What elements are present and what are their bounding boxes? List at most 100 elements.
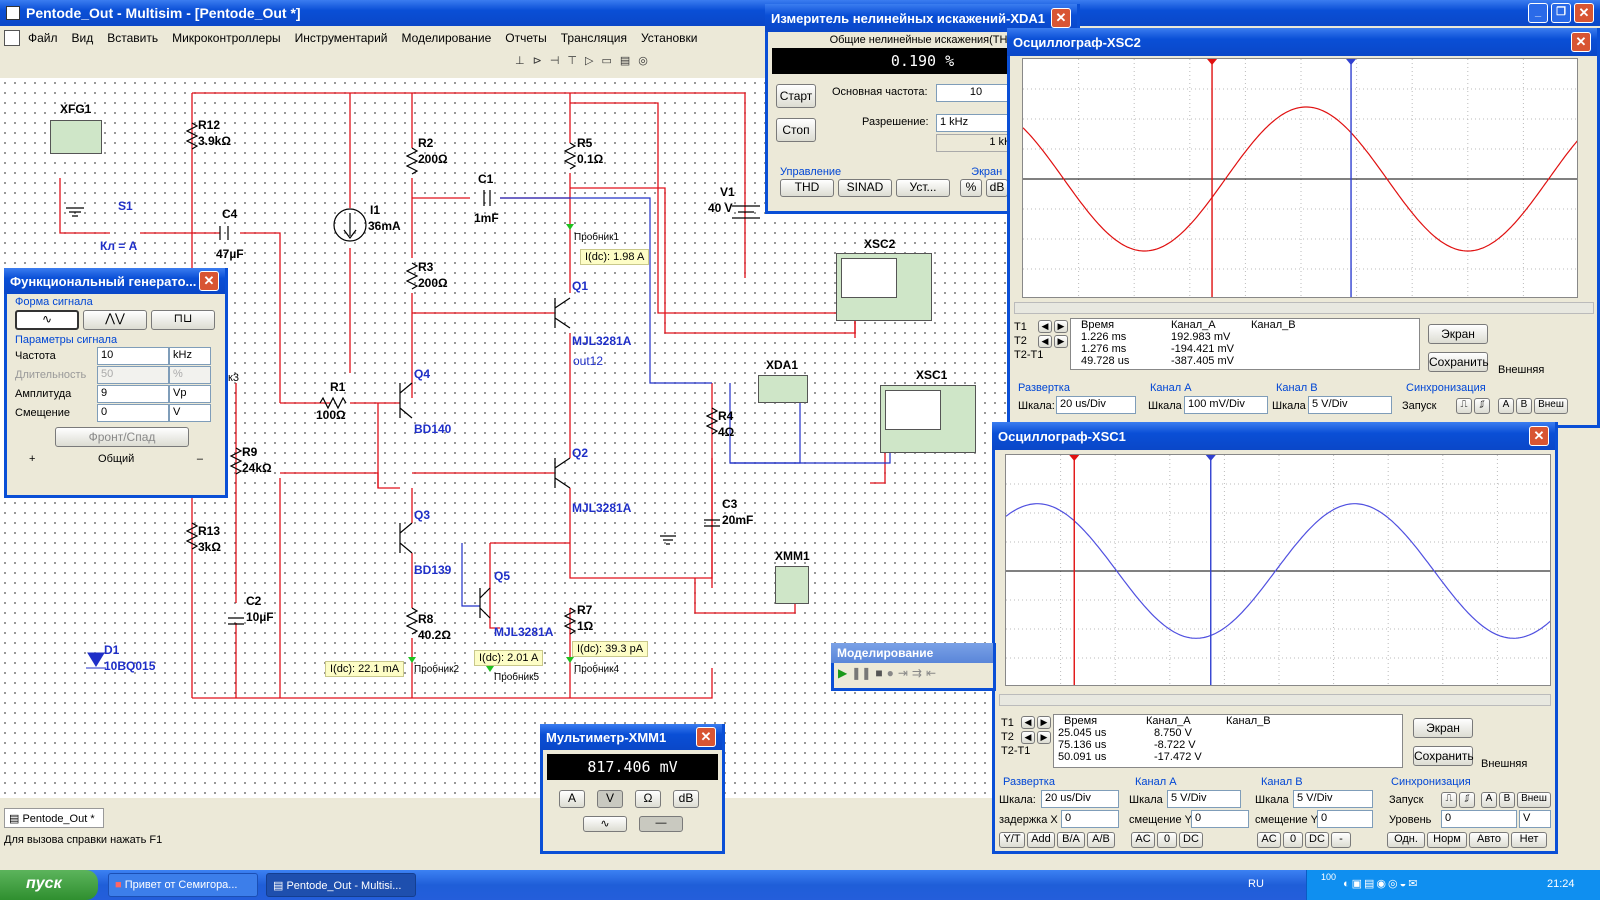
xsc1-rise-button[interactable]: ⎍ <box>1441 792 1457 808</box>
resolution-field[interactable]: 1 kHz <box>936 114 1016 132</box>
xsc1-screen[interactable] <box>1005 454 1551 686</box>
fund-freq-field[interactable]: 10 <box>936 84 1016 102</box>
multimeter-title-bar[interactable]: Мультиметр-XMM1 ✕ <box>540 724 722 750</box>
sine-wave-button[interactable]: ∿ <box>15 310 79 330</box>
lang-indicator[interactable]: RU <box>1248 878 1264 890</box>
menu-tools[interactable]: Инструментарий <box>295 31 388 45</box>
start-button[interactable]: пуск <box>0 870 98 900</box>
mm-ohms-button[interactable]: Ω <box>635 790 661 808</box>
xsc2-screen[interactable] <box>1022 58 1578 298</box>
xsc1-normal-button[interactable]: Норм <box>1427 832 1467 848</box>
xsc2-chb-scale-field[interactable]: 5 V/Div <box>1308 396 1392 414</box>
xmm1-symbol[interactable] <box>775 566 809 604</box>
funcgen-param-unit[interactable]: kHz <box>169 347 211 365</box>
step-over-icon[interactable]: ⇉ <box>912 666 922 680</box>
xsc1-level-unit[interactable]: V <box>1519 810 1551 828</box>
xsc1-cha-zero-button[interactable]: 0 <box>1157 832 1177 848</box>
run-icon[interactable]: ▶ <box>838 666 847 680</box>
xsc1-delay-field[interactable]: 0 <box>1061 810 1119 828</box>
stop-icon[interactable]: ■ <box>875 666 882 680</box>
xsc1-save-button[interactable]: Сохранить <box>1413 746 1474 766</box>
xsc1-chb-offset-field[interactable]: 0 <box>1317 810 1373 828</box>
funcgen-param-value[interactable]: 0 <box>97 404 169 422</box>
xsc1-cha-scale-field[interactable]: 5 V/Div <box>1167 790 1241 808</box>
step-icon[interactable]: ⇥ <box>898 666 908 680</box>
task-button-1[interactable]: ■ Привет от Семигора... <box>108 873 258 897</box>
xsc1-auto-button[interactable]: Авто <box>1469 832 1509 848</box>
xsc2-t2-right[interactable]: ▶ <box>1054 335 1068 348</box>
xsc1-cha-offset-field[interactable]: 0 <box>1191 810 1249 828</box>
xsc1-cha-ac-button[interactable]: AC <box>1131 832 1155 848</box>
start-button[interactable]: Старт <box>776 84 816 108</box>
triangle-wave-button[interactable]: ⋀⋁ <box>83 310 147 330</box>
xsc2-close-button[interactable]: ✕ <box>1571 32 1591 52</box>
xsc2-trig-b-button[interactable]: B <box>1516 398 1532 414</box>
tray-icons[interactable]: ◐▣▤◉◎◒✉ <box>1343 877 1420 890</box>
mm-volts-button[interactable]: V <box>597 790 623 808</box>
xsc1-timebase-field[interactable]: 20 us/Div <box>1041 790 1119 808</box>
mm-amps-button[interactable]: A <box>559 790 585 808</box>
xsc1-t1-right[interactable]: ▶ <box>1037 716 1051 729</box>
xsc1-ab-button[interactable]: A/B <box>1087 832 1115 848</box>
xsc1-chb-minus-button[interactable]: - <box>1331 832 1351 848</box>
xsc2-symbol[interactable] <box>836 253 932 321</box>
xsc1-chb-zero-button[interactable]: 0 <box>1283 832 1303 848</box>
maximize-button[interactable]: ❐ <box>1551 3 1571 23</box>
mm-db-button[interactable]: dB <box>673 790 699 808</box>
menu-options[interactable]: Установки <box>641 31 697 45</box>
funcgen-param-value[interactable]: 10 <box>97 347 169 365</box>
funcgen-title-bar[interactable]: Функциональный генерато... ✕ <box>4 268 225 294</box>
xsc1-chb-scale-field[interactable]: 5 V/Div <box>1293 790 1373 808</box>
xsc1-level-field[interactable]: 0 <box>1441 810 1517 828</box>
xsc1-single-button[interactable]: Одн. <box>1387 832 1425 848</box>
xsc2-cha-scale-field[interactable]: 100 mV/Div <box>1184 396 1268 414</box>
settings-button[interactable]: Уст... <box>896 179 950 197</box>
pause-icon[interactable]: ❚❚ <box>851 666 871 680</box>
xsc1-fall-button[interactable]: ⎎ <box>1459 792 1475 808</box>
xsc1-t2-right[interactable]: ▶ <box>1037 731 1051 744</box>
db-button[interactable]: dB <box>986 179 1008 197</box>
mm-dc-button[interactable]: — <box>639 816 683 832</box>
doc-tab[interactable]: ▤ Pentode_Out * <box>4 808 104 828</box>
multimeter-close-button[interactable]: ✕ <box>696 727 716 747</box>
xsc1-ba-button[interactable]: B/A <box>1057 832 1085 848</box>
mm-ac-button[interactable]: ∿ <box>583 816 627 832</box>
xsc2-title-bar[interactable]: Осциллограф-XSC2 ✕ <box>1007 28 1597 56</box>
xsc2-trig-ext-button[interactable]: Внеш <box>1534 398 1568 414</box>
xfg1-symbol[interactable] <box>50 120 102 154</box>
menu-file[interactable]: Файл <box>28 31 58 45</box>
funcgen-param-value[interactable]: 9 <box>97 385 169 403</box>
menu-transfer[interactable]: Трансляция <box>561 31 627 45</box>
simctrl-title-bar[interactable]: Моделирование <box>831 643 993 663</box>
xsc1-cha-dc-button[interactable]: DC <box>1179 832 1203 848</box>
xda1-symbol[interactable] <box>758 375 808 403</box>
menu-insert[interactable]: Вставить <box>107 31 158 45</box>
funcgen-close-button[interactable]: ✕ <box>199 271 219 291</box>
tray-badge[interactable]: 100 <box>1321 872 1336 882</box>
step-out-icon[interactable]: ⇤ <box>926 666 936 680</box>
xsc1-trig-ext-button[interactable]: Внеш <box>1517 792 1551 808</box>
stop-button[interactable]: Стоп <box>776 118 816 142</box>
xsc1-scrollbar[interactable] <box>999 694 1551 706</box>
xsc1-close-button[interactable]: ✕ <box>1529 426 1549 446</box>
xsc2-t1-right[interactable]: ▶ <box>1054 320 1068 333</box>
close-button[interactable]: ✕ <box>1574 3 1594 23</box>
xsc1-t1-left[interactable]: ◀ <box>1021 716 1035 729</box>
xsc1-title-bar[interactable]: Осциллограф-XSC1 ✕ <box>992 422 1555 450</box>
distortion-close-button[interactable]: ✕ <box>1051 8 1071 28</box>
menu-view[interactable]: Вид <box>72 31 94 45</box>
place-basic-icon[interactable]: ⊳ <box>533 54 542 74</box>
xsc1-yt-button[interactable]: Y/T <box>999 832 1025 848</box>
xsc2-rise-button[interactable]: ⎍ <box>1456 398 1472 414</box>
place-transistor-icon[interactable]: ⊤ <box>567 54 577 74</box>
xsc2-t1-left[interactable]: ◀ <box>1038 320 1052 333</box>
menu-simulate[interactable]: Моделирование <box>401 31 491 45</box>
breakpoint-icon[interactable]: ● <box>887 666 894 680</box>
xsc1-chb-dc-button[interactable]: DC <box>1305 832 1329 848</box>
xsc1-trig-a-button[interactable]: A <box>1481 792 1497 808</box>
thd-button[interactable]: THD <box>780 179 834 197</box>
xsc1-none-button[interactable]: Нет <box>1511 832 1547 848</box>
xsc1-t2-left[interactable]: ◀ <box>1021 731 1035 744</box>
place-ttl-icon[interactable]: ▭ <box>601 54 611 74</box>
place-analog-icon[interactable]: ▷ <box>585 54 593 74</box>
